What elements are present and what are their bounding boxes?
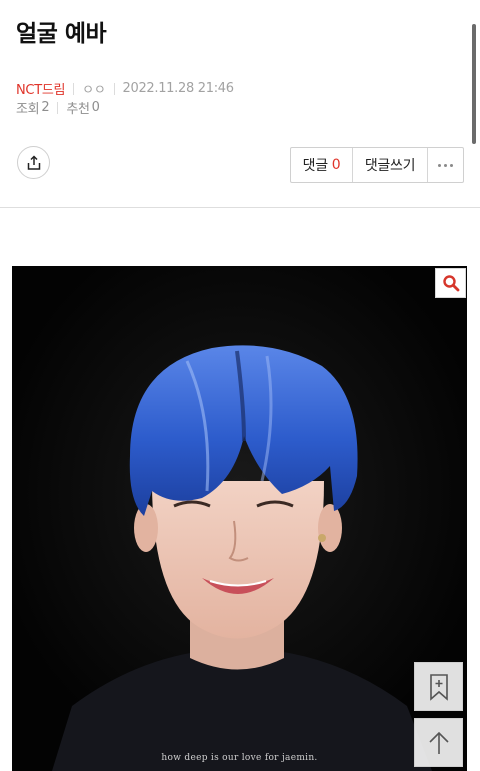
scrollbar-thumb[interactable]	[472, 24, 476, 144]
post-image[interactable]: how deep is our love for jaemin.	[12, 266, 467, 771]
likes-count: 0	[91, 100, 100, 115]
share-icon	[27, 154, 40, 170]
more-dots-icon	[438, 163, 453, 167]
post-action-group: 댓글 0 댓글쓰기	[290, 147, 464, 183]
comments-button[interactable]: 댓글 0	[291, 148, 353, 182]
meta-divider	[113, 82, 115, 95]
image-caption: how deep is our love for jaemin.	[161, 753, 318, 763]
likes-label: 추천	[66, 102, 90, 117]
arrow-up-icon	[428, 731, 449, 754]
author-name[interactable]: ㅇㅇ	[82, 79, 106, 98]
zoom-image-button[interactable]	[435, 268, 466, 298]
comments-count: 0	[331, 157, 341, 173]
write-comment-label: 댓글쓰기	[364, 158, 416, 174]
post-meta: NCT드림 ㅇㅇ 2022.11.28 21:46	[16, 79, 234, 98]
bookmark-button[interactable]	[414, 662, 463, 711]
write-comment-button[interactable]: 댓글쓰기	[353, 148, 428, 182]
views-label: 조회	[16, 102, 40, 117]
post-title: 얼굴 예바	[16, 21, 107, 47]
post-stats: 조회 2 추천 0	[16, 98, 100, 117]
board-link[interactable]: NCT드림	[16, 79, 65, 98]
comments-label: 댓글	[302, 158, 328, 174]
bookmark-add-icon	[429, 673, 448, 701]
meta-divider	[73, 82, 75, 95]
post-datetime: 2022.11.28 21:46	[122, 81, 235, 96]
scroll-to-top-button[interactable]	[414, 718, 463, 767]
section-divider	[0, 207, 480, 208]
views-count: 2	[41, 100, 50, 115]
more-options-button[interactable]	[428, 148, 463, 182]
stats-divider	[57, 101, 59, 114]
search-icon	[442, 275, 459, 292]
share-button[interactable]	[17, 146, 50, 179]
portrait-illustration	[12, 266, 467, 771]
